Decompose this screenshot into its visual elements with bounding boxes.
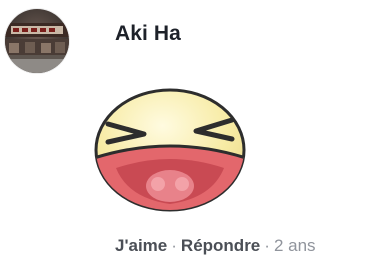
author-name[interactable]: Aki Ha bbox=[115, 22, 181, 46]
profile-photo-icon bbox=[5, 9, 69, 73]
author-avatar[interactable] bbox=[5, 9, 69, 73]
laughing-face-sticker bbox=[92, 86, 248, 212]
reply-link[interactable]: Répondre bbox=[181, 236, 260, 255]
separator: · bbox=[171, 236, 177, 255]
timestamp-link[interactable]: 2 ans bbox=[274, 236, 316, 255]
like-link[interactable]: J'aime bbox=[115, 236, 167, 255]
laughing-face-icon bbox=[94, 88, 246, 212]
comment: Aki Ha J'aime · Répondre · 2 ans bbox=[0, 0, 388, 264]
comment-actions: J'aime · Répondre · 2 ans bbox=[115, 236, 316, 256]
separator: · bbox=[264, 236, 270, 255]
